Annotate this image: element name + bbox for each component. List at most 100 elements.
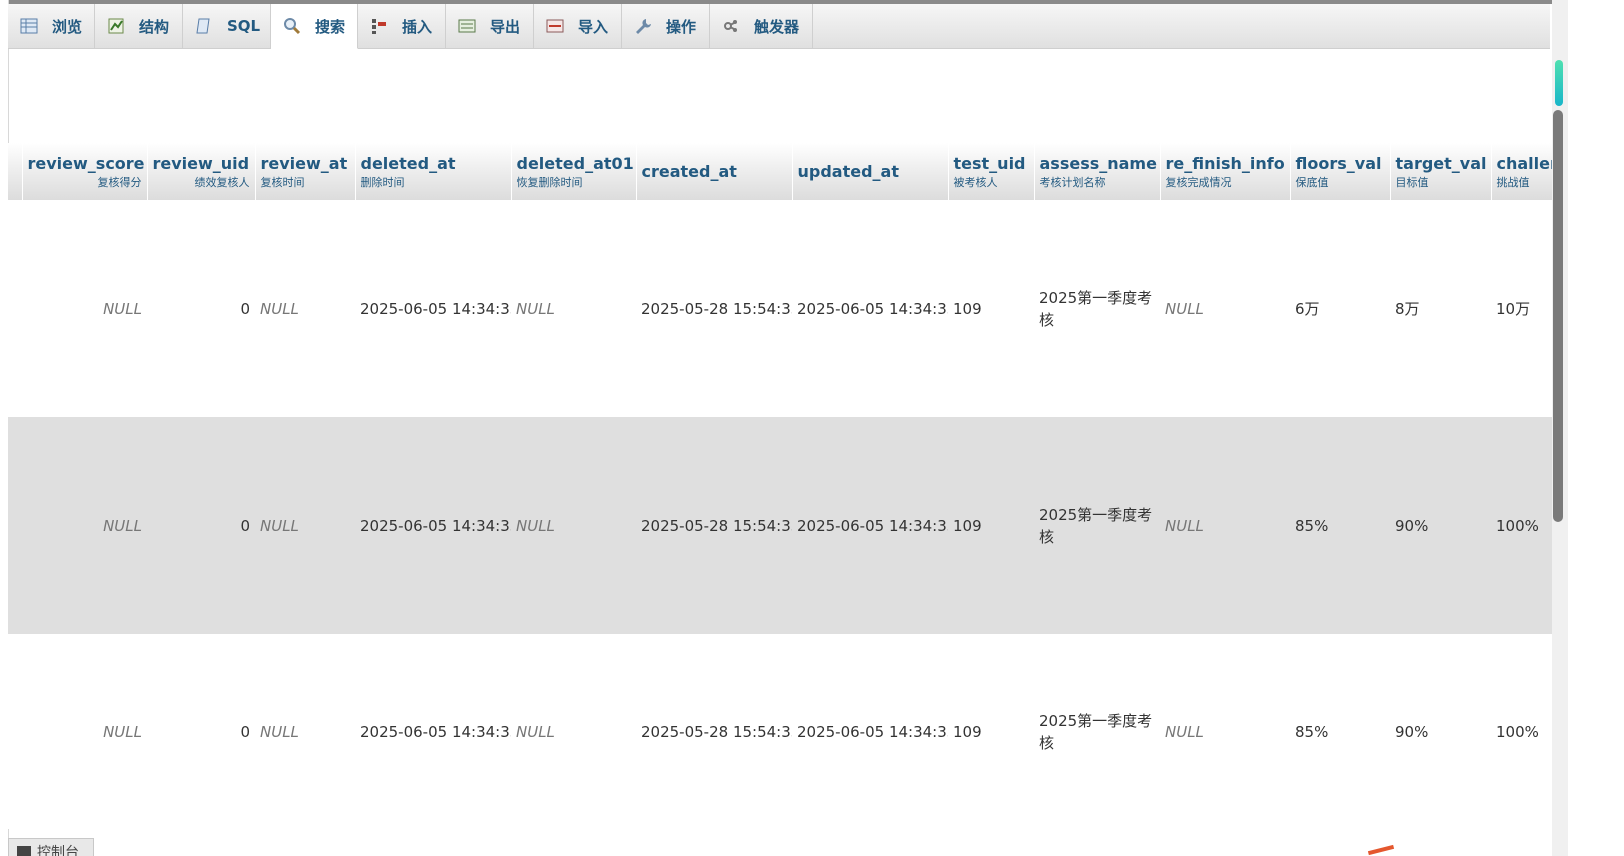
table-tab-bar: 浏览 结构 SQL 搜索 插入 导出 导入 操作 触发器 bbox=[8, 4, 1550, 49]
column-header[interactable]: challen 挑战值 bbox=[1491, 143, 1561, 200]
tab-operations[interactable]: 操作 bbox=[622, 4, 710, 48]
tab-export[interactable]: 导出 bbox=[446, 4, 534, 48]
tab-import[interactable]: 导入 bbox=[534, 4, 622, 48]
column-comment: 考核计划名称 bbox=[1039, 175, 1106, 189]
column-name[interactable]: review_uid bbox=[153, 154, 250, 173]
column-header[interactable]: deleted_at01 恢复删除时间 bbox=[511, 143, 637, 200]
corner-decoration bbox=[1367, 844, 1395, 856]
column-comment: 被考核人 bbox=[953, 175, 998, 189]
tab-triggers[interactable]: 触发器 bbox=[710, 4, 813, 48]
column-name[interactable]: review_at bbox=[261, 154, 348, 173]
column-header[interactable]: review_score 复核得分 bbox=[22, 143, 148, 200]
column-comment: 绩效复核人 bbox=[194, 175, 250, 189]
table-cell[interactable]: 109 bbox=[948, 417, 1034, 634]
column-name[interactable]: review_score bbox=[28, 154, 145, 173]
table-cell[interactable]: NULL bbox=[22, 417, 147, 634]
tab-browse[interactable]: 浏览 bbox=[8, 4, 95, 48]
tab-search[interactable]: 搜索 bbox=[271, 4, 358, 49]
table-cell[interactable]: 2025-06-05 14:34:33 bbox=[792, 634, 948, 829]
table-cell[interactable]: 0 bbox=[147, 417, 255, 634]
table-cell[interactable]: 2025-06-05 14:34:33 bbox=[355, 634, 511, 829]
table-cell[interactable]: 109 bbox=[948, 634, 1034, 829]
tab-insert[interactable]: 插入 bbox=[358, 4, 446, 48]
column-header[interactable]: re_finish_info 复核完成情况 bbox=[1160, 143, 1291, 200]
table-cell[interactable]: 2025-05-28 15:54:33 bbox=[636, 200, 792, 417]
column-name[interactable]: deleted_at01 bbox=[517, 154, 634, 173]
console-toggle[interactable]: 控制台 bbox=[8, 838, 94, 856]
column-name[interactable]: test_uid bbox=[954, 154, 1026, 173]
table-cell[interactable]: 100% bbox=[1491, 634, 1560, 829]
table-cell[interactable]: 0 bbox=[147, 200, 255, 417]
table-cell[interactable]: NULL bbox=[255, 200, 355, 417]
table-cell[interactable]: NULL bbox=[255, 417, 355, 634]
table-cell[interactable]: 2025-05-28 15:54:33 bbox=[636, 634, 792, 829]
table-cell[interactable]: NULL bbox=[1160, 200, 1290, 417]
column-header[interactable]: created_at bbox=[636, 143, 793, 200]
table-cell[interactable]: NULL bbox=[1160, 417, 1290, 634]
insert-icon bbox=[370, 17, 388, 35]
table-cell[interactable]: 6万 bbox=[1290, 200, 1390, 417]
table-row[interactable]: NULL 0 NULL 2025-06-05 14:34:33 NULL 202… bbox=[8, 200, 1560, 417]
scroll-position-marker bbox=[1555, 60, 1563, 106]
table-cell[interactable]: 2025-05-28 15:54:33 bbox=[636, 417, 792, 634]
search-icon bbox=[283, 17, 301, 35]
table-cell[interactable]: NULL bbox=[22, 634, 147, 829]
column-header[interactable]: deleted_at 删除时间 bbox=[355, 143, 512, 200]
column-header[interactable]: updated_at bbox=[792, 143, 949, 200]
column-name[interactable]: deleted_at bbox=[361, 154, 456, 173]
column-name[interactable]: target_val bbox=[1396, 154, 1487, 173]
table-cell[interactable]: 2025-06-05 14:34:33 bbox=[355, 417, 511, 634]
browse-icon bbox=[20, 17, 38, 35]
tab-label: 导入 bbox=[578, 17, 609, 36]
table-cell[interactable]: NULL bbox=[22, 200, 147, 417]
tab-label: SQL bbox=[227, 17, 261, 35]
tab-label: 触发器 bbox=[754, 17, 800, 36]
table-cell[interactable]: 8万 bbox=[1390, 200, 1491, 417]
export-icon bbox=[458, 17, 476, 35]
console-icon bbox=[17, 846, 31, 856]
table-cell[interactable]: 90% bbox=[1390, 417, 1491, 634]
table-cell[interactable]: 0 bbox=[147, 634, 255, 829]
table-cell[interactable]: NULL bbox=[511, 634, 636, 829]
table-cell[interactable]: 2025第一季度考核 bbox=[1034, 200, 1160, 417]
scrollbar-thumb[interactable] bbox=[1553, 110, 1563, 522]
column-header[interactable]: review_uid 绩效复核人 bbox=[147, 143, 256, 200]
table-cell[interactable]: 90% bbox=[1390, 634, 1491, 829]
column-name[interactable]: assess_name bbox=[1040, 154, 1157, 173]
table-row[interactable]: NULL 0 NULL 2025-06-05 14:34:33 NULL 202… bbox=[8, 634, 1560, 829]
column-header[interactable]: target_val 目标值 bbox=[1390, 143, 1492, 200]
wrench-icon bbox=[634, 17, 652, 35]
tab-label: 操作 bbox=[666, 17, 697, 36]
column-name[interactable]: re_finish_info bbox=[1166, 154, 1285, 173]
table-cell[interactable]: 2025-06-05 14:34:33 bbox=[355, 200, 511, 417]
table-cell[interactable]: 85% bbox=[1290, 634, 1390, 829]
column-comment: 复核时间 bbox=[260, 175, 305, 189]
table-row[interactable]: NULL 0 NULL 2025-06-05 14:34:33 NULL 202… bbox=[8, 417, 1560, 634]
column-header[interactable]: review_at 复核时间 bbox=[255, 143, 356, 200]
column-header[interactable]: test_uid 被考核人 bbox=[948, 143, 1035, 200]
column-name[interactable]: challen bbox=[1497, 154, 1560, 173]
tab-sql[interactable]: SQL bbox=[183, 4, 271, 48]
column-name[interactable]: created_at bbox=[642, 162, 737, 181]
table-cell[interactable]: 100% bbox=[1491, 417, 1560, 634]
table-cell[interactable]: NULL bbox=[255, 634, 355, 829]
table-cell[interactable]: NULL bbox=[511, 200, 636, 417]
column-header[interactable]: floors_val 保底值 bbox=[1290, 143, 1391, 200]
row-handle-header bbox=[8, 143, 23, 200]
table-cell[interactable]: 2025-06-05 14:34:33 bbox=[792, 417, 948, 634]
table-cell[interactable]: 85% bbox=[1290, 417, 1390, 634]
column-name[interactable]: updated_at bbox=[798, 162, 900, 181]
table-cell[interactable]: 2025第一季度考核 bbox=[1034, 417, 1160, 634]
table-cell[interactable]: NULL bbox=[511, 417, 636, 634]
row-handle bbox=[8, 200, 22, 417]
tab-structure[interactable]: 结构 bbox=[95, 4, 183, 48]
table-cell[interactable]: 2025第一季度考核 bbox=[1034, 634, 1160, 829]
column-header[interactable]: assess_name 考核计划名称 bbox=[1034, 143, 1161, 200]
table-cell[interactable]: 109 bbox=[948, 200, 1034, 417]
table-cell[interactable]: NULL bbox=[1160, 634, 1290, 829]
table-cell[interactable]: 2025-06-05 14:34:33 bbox=[792, 200, 948, 417]
table-cell[interactable]: 10万 bbox=[1491, 200, 1560, 417]
sql-icon bbox=[195, 17, 213, 35]
column-name[interactable]: floors_val bbox=[1296, 154, 1382, 173]
column-comment: 挑战值 bbox=[1496, 175, 1530, 189]
